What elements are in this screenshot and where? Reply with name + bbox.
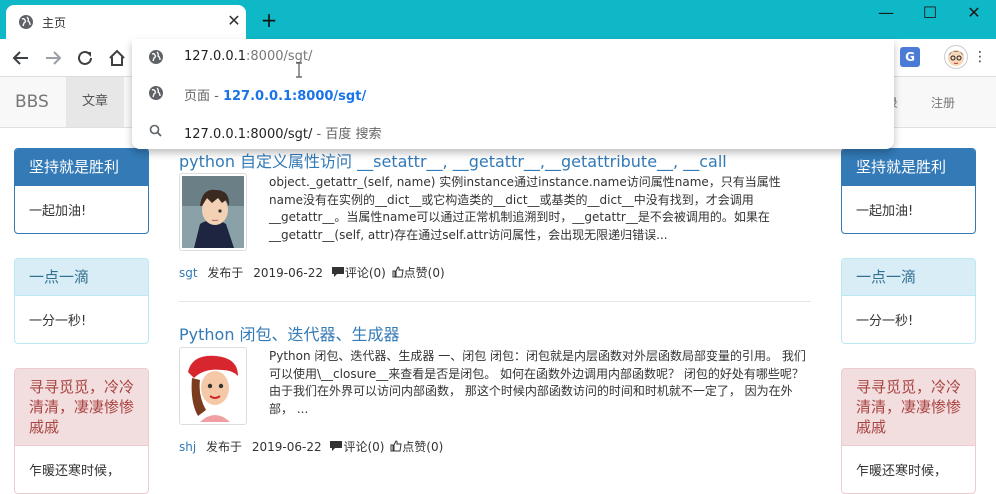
author-avatar[interactable] — [179, 347, 247, 425]
article-title-link[interactable]: Python 闭包、迭代器、生成器 — [179, 321, 400, 345]
back-arrow-icon[interactable] — [8, 45, 34, 71]
left-panel-3: 寻寻觅觅，冷冷清清，凄凄惨惨戚戚 乍暖还寒时候， — [14, 368, 149, 494]
article-date: 2019-06-22 — [251, 440, 322, 454]
comment-icon — [330, 441, 343, 451]
suggestion-prefix: 页面 - — [184, 89, 223, 104]
minimize-button[interactable]: — — [864, 0, 908, 26]
article-summary: object._getattr_(self, name) 实例instance通… — [269, 175, 781, 242]
article-author-link[interactable]: sgt — [179, 266, 198, 280]
suggestion-search[interactable]: 127.0.0.1:8000/sgt/ - 百度 搜索 — [132, 113, 894, 149]
article-summary: Python 闭包、迭代器、生成器 一、闭包 闭包：闭包就是内层函数对外层函数局… — [269, 349, 806, 416]
article-date: 2019-06-22 — [253, 266, 323, 280]
panel-body: 一分一秒! — [29, 314, 87, 329]
like-count[interactable]: 点赞(0) — [402, 440, 443, 454]
panel-heading: 一点一滴 — [842, 259, 975, 296]
browser-menu-icon[interactable]: ⋮ — [972, 47, 988, 67]
thumbs-up-icon — [392, 266, 404, 278]
left-panel-2: 一点一滴 一分一秒! — [14, 258, 149, 344]
suggestion-page[interactable]: 页面 - 127.0.0.1:8000/sgt/ — [132, 75, 894, 111]
panel-heading: 一点一滴 — [15, 259, 148, 296]
close-window-button[interactable]: ✕ — [952, 0, 996, 26]
comment-count[interactable]: 评论(0) — [343, 440, 384, 454]
article-meta: sgt 发布于 2019-06-22 评论(0) 点赞(0) — [179, 264, 445, 281]
globe-icon — [149, 86, 163, 100]
browser-tab[interactable]: 主页 ✕ — [6, 5, 246, 39]
suggestion-page-text: 页面 - 127.0.0.1:8000/sgt/ — [184, 85, 366, 104]
article-author-link[interactable]: shj — [179, 440, 196, 454]
suggestion-link: 127.0.0.1:8000/sgt/ — [222, 89, 367, 104]
comment-count[interactable]: 评论(0) — [345, 266, 386, 280]
tab-title: 主页 — [42, 16, 67, 30]
panel-heading: 坚持就是胜利 — [15, 149, 148, 186]
thumbs-up-icon — [390, 440, 402, 452]
published-label: 发布于 — [206, 440, 243, 454]
new-tab-button[interactable]: + — [258, 9, 280, 31]
panel-heading: 寻寻觅觅，冷冷清清，凄凄惨惨戚戚 — [15, 369, 148, 446]
site-brand[interactable]: BBS — [15, 92, 49, 112]
author-avatar[interactable] — [179, 173, 247, 251]
home-icon[interactable] — [104, 45, 130, 71]
nav-item-register[interactable]: 注册 — [931, 94, 955, 111]
panel-body: 一起加油! — [856, 204, 914, 219]
nav-item-article[interactable]: 文章 — [66, 77, 124, 127]
published-label: 发布于 — [207, 266, 244, 280]
omnibox-dropdown: 127.0.0.1:8000/sgt/ 页面 - 127.0.0.1:8000/… — [132, 39, 894, 149]
panel-body: 一分一秒! — [856, 314, 914, 329]
cartoon-girl-avatar-icon — [182, 350, 244, 422]
panel-body: 一起加油! — [29, 204, 87, 219]
suggestion-engine: - 百度 搜索 — [312, 127, 382, 142]
globe-icon — [19, 15, 33, 29]
translate-icon[interactable]: G — [900, 47, 920, 67]
article-divider — [179, 301, 811, 302]
search-icon — [149, 124, 162, 137]
profile-avatar-icon[interactable] — [944, 45, 968, 69]
suggestion-search-text: 127.0.0.1:8000/sgt/ - 百度 搜索 — [184, 123, 381, 142]
forward-arrow-icon[interactable] — [40, 45, 66, 71]
article-meta: shj 发布于 2019-06-22 评论(0) 点赞(0) — [179, 438, 443, 455]
reload-icon[interactable] — [72, 45, 98, 71]
maximize-button[interactable]: ☐ — [908, 0, 952, 26]
like-count[interactable]: 点赞(0) — [404, 266, 445, 280]
address-host: 127.0.0.1 — [184, 49, 247, 64]
mouse-cursor-icon — [296, 62, 302, 78]
panel-heading: 寻寻觅觅，冷冷清清，凄凄惨惨戚戚 — [842, 369, 975, 446]
address-input[interactable]: 127.0.0.1:8000/sgt/ — [132, 39, 894, 75]
suggestion-query: 127.0.0.1:8000/sgt/ — [184, 127, 313, 142]
comment-icon — [331, 267, 344, 277]
panel-heading: 坚持就是胜利 — [842, 149, 975, 186]
right-panel-3: 寻寻觅觅，冷冷清清，凄凄惨惨戚戚 乍暖还寒时候， — [841, 368, 976, 494]
tab-strip: 主页 ✕ + — ☐ ✕ — [0, 0, 996, 39]
article-title-link[interactable]: python 自定义属性访问 __setattr__, __getattr__,… — [179, 148, 727, 172]
right-panel-2: 一点一滴 一分一秒! — [841, 258, 976, 344]
tab-close-icon[interactable]: ✕ — [224, 11, 244, 31]
globe-icon — [149, 50, 163, 64]
right-panel-1: 坚持就是胜利 一起加油! — [841, 148, 976, 234]
anime-boy-avatar-icon — [182, 176, 244, 248]
left-panel-1: 坚持就是胜利 一起加油! — [14, 148, 149, 234]
